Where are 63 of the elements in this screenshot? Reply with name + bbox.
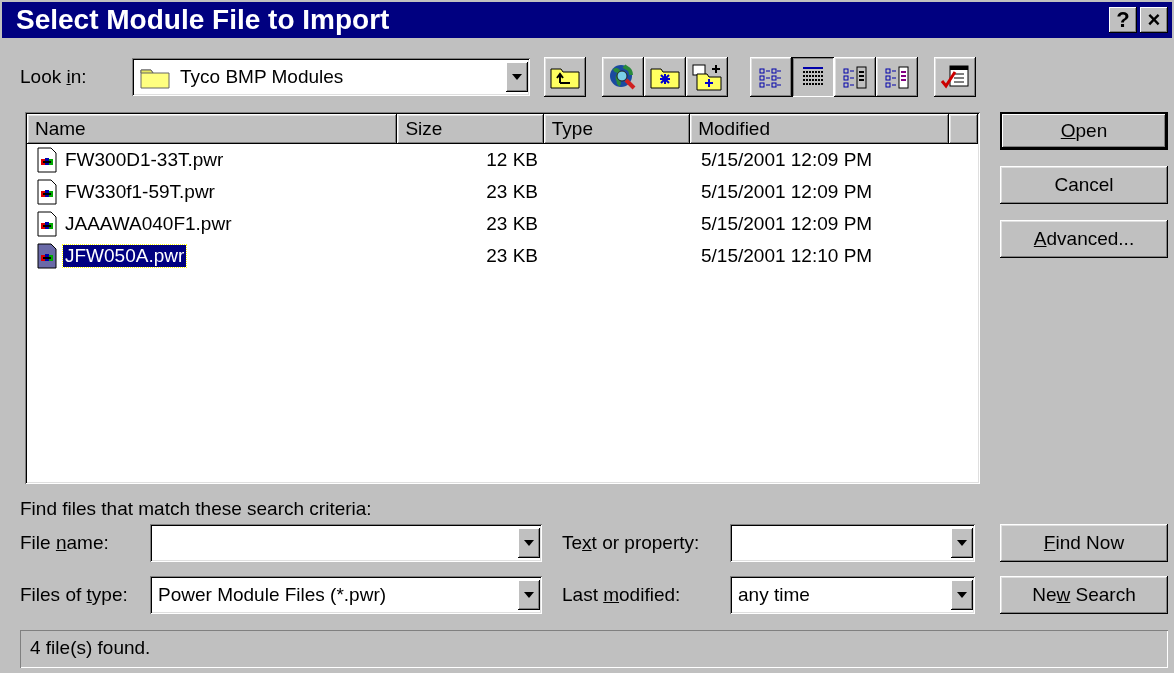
look-in-value: Tyco BMP Modules: [180, 66, 344, 88]
toolbar-button[interactable]: [686, 57, 728, 97]
dialog-button[interactable]: Open: [1000, 112, 1168, 150]
view-button[interactable]: [750, 57, 792, 97]
text-or-property-field[interactable]: [730, 524, 975, 562]
last-modified-label: Last modified:: [562, 584, 682, 606]
last-modified-dropdown[interactable]: any time: [730, 576, 975, 614]
toolbar-button[interactable]: [602, 57, 644, 97]
close-button[interactable]: ×: [1140, 7, 1168, 33]
column-header[interactable]: Name: [27, 114, 398, 144]
dialog-button[interactable]: Advanced...: [1000, 220, 1168, 258]
file-icon: [37, 243, 57, 269]
properties-view-icon: [842, 64, 868, 90]
file-icon: [37, 211, 57, 237]
file-name[interactable]: JAAAWA040F1.pwr: [63, 213, 234, 235]
tools-icon: [940, 63, 970, 91]
file-modified: 5/15/2001 12:10 PM: [701, 245, 873, 266]
status-bar: 4 file(s) found.: [20, 630, 1168, 668]
file-name[interactable]: FW300D1-33T.pwr: [63, 149, 226, 171]
file-modified: 5/15/2001 12:09 PM: [701, 181, 873, 202]
look-in-label: Look in:: [20, 66, 88, 88]
look-in-dropdown[interactable]: Tyco BMP Modules: [132, 58, 530, 96]
dialog-button[interactable]: Cancel: [1000, 166, 1168, 204]
column-header[interactable]: Modified: [690, 114, 950, 144]
dropdown-arrow-icon: [512, 74, 522, 80]
favorites-folder-icon: [650, 65, 680, 89]
file-name-field[interactable]: [150, 524, 542, 562]
preview-view-icon: [884, 64, 910, 90]
file-icon: [37, 147, 57, 173]
text-or-property-label: Text or property:: [562, 532, 701, 554]
file-size: 23 KB: [486, 245, 538, 266]
find-now-button[interactable]: Find Now: [1000, 524, 1168, 562]
files-of-type-dropdown[interactable]: Power Module Files (*.pwr): [150, 576, 542, 614]
column-header[interactable]: Type: [543, 114, 691, 144]
new-folder-icon: [691, 63, 723, 91]
globe-search-icon: [608, 63, 638, 91]
dropdown-arrow-icon: [524, 540, 534, 546]
column-header: [949, 114, 978, 144]
column-header[interactable]: Size: [397, 114, 544, 144]
view-button[interactable]: [834, 57, 876, 97]
file-size: 23 KB: [486, 181, 538, 202]
up-one-level-button[interactable]: [544, 57, 586, 97]
tools-button[interactable]: [934, 57, 976, 97]
view-button[interactable]: [792, 57, 834, 97]
file-modified: 5/15/2001 12:09 PM: [701, 149, 873, 170]
file-size: 12 KB: [486, 149, 538, 170]
search-heading: Find files that match these search criteria:: [20, 498, 373, 520]
files-of-type-label: Files of type:: [20, 584, 129, 606]
file-icon: [37, 179, 57, 205]
dropdown-arrow-icon: [957, 540, 967, 546]
help-button[interactable]: ?: [1109, 7, 1137, 33]
file-name[interactable]: FW330f1-59T.pwr: [63, 181, 217, 203]
file-modified: 5/15/2001 12:09 PM: [701, 213, 873, 234]
file-name[interactable]: JFW050A.pwr: [63, 245, 187, 267]
view-button[interactable]: [876, 57, 918, 97]
file-size: 23 KB: [486, 213, 538, 234]
up-folder-icon: [550, 65, 580, 89]
file-name-label: File name:: [20, 532, 110, 554]
dropdown-arrow-icon: [524, 592, 534, 598]
window-title: Select Module File to Import: [16, 4, 391, 36]
dropdown-arrow-icon: [957, 592, 967, 598]
toolbar-button[interactable]: [644, 57, 686, 97]
new-search-button[interactable]: New Search: [1000, 576, 1168, 614]
